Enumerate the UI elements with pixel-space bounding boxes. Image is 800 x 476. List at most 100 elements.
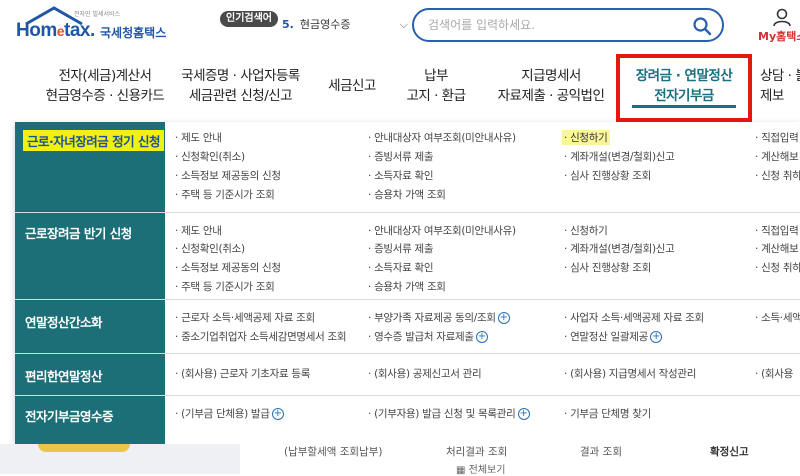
menu-link[interactable]: · 기부금 단체명 찾기: [564, 406, 651, 421]
menu-link[interactable]: · 소득·세액: [755, 310, 800, 325]
menu-link[interactable]: · 영수증 발급처 자료제출 +: [368, 329, 488, 344]
menu-link[interactable]: · 중소기업취업자 소득세감면명세서 조회: [175, 329, 347, 344]
top-header: 전자민 빌세서비스 Hometax. 국세청홈택스 인기검색어 5. 현금영수증 …: [0, 0, 800, 52]
menu-section: 편리한연말정산 · (회사용) 근로자 기초자료 등록 · (회사용) 공제신고…: [15, 354, 800, 396]
logo-tagline: 전자민 빌세서비스: [74, 11, 121, 18]
plus-icon[interactable]: +: [497, 312, 510, 324]
popular-rank: 5.: [282, 18, 294, 31]
background-panel: (납부할세액 조회납부) 처리결과 조회 결과 조회 확정신고 ▦ 전체보기: [240, 444, 800, 476]
view-all-label: 전체보기: [468, 465, 506, 476]
nav-line1: 세금신고: [328, 78, 376, 94]
menu-link[interactable]: · 소득자료 확인: [368, 260, 434, 275]
menu-link[interactable]: · 증빙서류 제출: [368, 241, 434, 256]
section-title-earned-income-regular[interactable]: 근로·자녀장려금 정기 신청: [23, 130, 164, 151]
menu-link[interactable]: · 제도 안내: [175, 130, 222, 145]
menu-link[interactable]: · 신청하기: [564, 223, 608, 238]
background-text: 처리결과 조회: [446, 446, 508, 458]
background-yellow-button: [38, 444, 130, 452]
nav-line1: 국세증명 · 사업자등록: [181, 68, 300, 84]
nav-certificate[interactable]: 국세증명 · 사업자등록 세금관련 신청/신고: [178, 66, 303, 106]
menu-section: 전자기부금영수증 · (기부금 단체용) 발급 + · (기부자용) 발급 신청 …: [15, 396, 800, 444]
background-text: 확정신고: [710, 446, 749, 458]
nav-consult[interactable]: 상담 · 불 제보: [760, 66, 800, 106]
menu-link-label: · 연말정산 일괄제공: [564, 331, 648, 343]
menu-link[interactable]: · 계산해보: [755, 241, 799, 256]
nav-payment-statement[interactable]: 지급명세서 자료제출 · 공익법인: [490, 66, 612, 106]
user-icon: [773, 8, 791, 26]
menu-link[interactable]: · (기부자용) 발급 신청 및 목록관리 +: [368, 406, 530, 421]
menu-link[interactable]: · 연말정산 일괄제공 +: [564, 329, 662, 344]
menu-link[interactable]: · 승용차 가액 조회: [368, 279, 446, 294]
nav-line2: 제보: [760, 88, 784, 104]
menu-link[interactable]: · 계좌개설(변경/철회)신고: [564, 241, 675, 256]
menu-link-label: · 부양가족 자료제공 동의/조회: [368, 312, 496, 324]
section-title-earned-income-half[interactable]: 근로장려금 반기 신청: [25, 223, 132, 242]
menu-link[interactable]: · 제도 안내: [175, 223, 222, 238]
menu-link[interactable]: · (회사용) 근로자 기초자료 등록: [175, 366, 310, 381]
menu-link[interactable]: · 계좌개설(변경/철회)신고: [564, 149, 675, 164]
background-page-strip: (납부할세액 조회납부) 처리결과 조회 결과 조회 확정신고 ▦ 전체보기: [0, 444, 800, 476]
plus-icon[interactable]: +: [650, 331, 662, 343]
nav-line2: 현금영수증 · 신용카드: [45, 88, 165, 104]
menu-link[interactable]: · 직접입력: [755, 223, 799, 238]
nav-line2: 고지 · 환급: [406, 88, 466, 104]
menu-link[interactable]: · 부양가족 자료제공 동의/조회 +: [368, 310, 510, 325]
nav-payment[interactable]: 납부 고지 · 환급: [400, 66, 472, 106]
menu-link[interactable]: · 심사 진행상황 조회: [564, 168, 651, 183]
menu-link[interactable]: · 직접입력: [755, 130, 799, 145]
nav-tax-report[interactable]: 세금신고: [322, 76, 382, 96]
menu-link[interactable]: · 증빙서류 제출: [368, 149, 434, 164]
menu-link-label: · (기부금 단체용) 발급: [175, 408, 270, 420]
nav-e-invoice[interactable]: 전자(세금)계산서 현금영수증 · 신용카드: [40, 66, 170, 106]
search-input[interactable]: [428, 16, 678, 34]
menu-link[interactable]: · (회사용) 공제신고서 관리: [368, 366, 482, 381]
nav-line1: 상담 · 불: [760, 68, 800, 84]
menu-section: 연말정산간소화 · 근로자 소득·세액공제 자료 조회 · 중소기업취업자 소득…: [15, 300, 800, 354]
menu-link-label: · (기부자용) 발급 신청 및 목록관리: [368, 408, 516, 420]
menu-link[interactable]: · 주택 등 기준시가 조회: [175, 279, 275, 294]
nav-line1: 지급명세서: [521, 68, 581, 84]
popular-search-badge: 인기검색어: [220, 11, 278, 27]
logo-wordmark: Hometax.: [16, 20, 95, 41]
my-hometax-label: My홈택스: [758, 30, 800, 43]
my-hometax-button[interactable]: My홈택스: [758, 8, 800, 44]
section-title-e-donation-receipt[interactable]: 전자기부금영수증: [25, 406, 114, 425]
plus-icon[interactable]: +: [517, 408, 530, 420]
popular-search-select[interactable]: 5. 현금영수증 ⌵: [282, 12, 408, 38]
nav-line1: 납부: [424, 68, 448, 84]
highlight-annotation-box: [616, 54, 752, 122]
background-text: 결과 조회: [580, 446, 622, 458]
menu-link[interactable]: · 소득정보 제공동의 신청: [175, 168, 281, 183]
menu-section: 근로장려금 반기 신청 · 제도 안내 · 신청확인(취소) · 소득정보 제공…: [15, 213, 800, 300]
menu-link[interactable]: · (기부금 단체용) 발급 +: [175, 406, 284, 421]
plus-icon[interactable]: +: [271, 408, 284, 420]
menu-link[interactable]: · 심사 진행상황 조회: [564, 260, 651, 275]
hometax-logo[interactable]: 전자민 빌세서비스 Hometax. 국세청홈택스: [14, 6, 179, 46]
nav-line1: 전자(세금)계산서: [58, 68, 152, 84]
section-title-yearend-simplified[interactable]: 연말정산간소화: [25, 312, 103, 331]
menu-link[interactable]: · 소득정보 제공동의 신청: [175, 260, 281, 275]
apply-link-highlighted[interactable]: · 신청하기: [562, 130, 610, 145]
mega-menu: 근로·자녀장려금 정기 신청 · 제도 안내 · 신청확인(취소) · 소득정보…: [15, 122, 800, 444]
menu-link[interactable]: · 신청 취하: [755, 168, 800, 183]
menu-link[interactable]: · 신청확인(취소): [175, 149, 245, 164]
menu-link[interactable]: · (회사용: [755, 366, 793, 381]
chevron-down-icon: ⌵: [399, 18, 408, 31]
menu-link[interactable]: · 신청확인(취소): [175, 241, 245, 256]
menu-link[interactable]: · 안내대상자 여부조회(미안내사유): [368, 223, 516, 238]
plus-icon[interactable]: +: [475, 331, 488, 343]
popular-term: 현금영수증: [299, 18, 351, 31]
menu-link[interactable]: · 신청 취하: [755, 260, 800, 275]
menu-link[interactable]: · 주택 등 기준시가 조회: [175, 187, 275, 202]
menu-link[interactable]: · 사업자 소득·세액공제 자료 조회: [564, 310, 704, 325]
menu-link[interactable]: · 근로자 소득·세액공제 자료 조회: [175, 310, 315, 325]
menu-link[interactable]: · (회사용) 지급명세서 작성관리: [564, 366, 696, 381]
menu-link[interactable]: · 계산해보: [755, 149, 799, 164]
section-title-easy-yearend[interactable]: 편리한연말정산: [25, 366, 103, 385]
menu-link[interactable]: · 안내대상자 여부조회(미안내사유): [368, 130, 516, 145]
menu-link[interactable]: · 승용차 가액 조회: [368, 187, 446, 202]
search-box: [412, 8, 724, 42]
search-icon[interactable]: [692, 16, 712, 36]
menu-section: 근로·자녀장려금 정기 신청 · 제도 안내 · 신청확인(취소) · 소득정보…: [15, 122, 800, 213]
menu-link[interactable]: · 소득자료 확인: [368, 168, 434, 183]
